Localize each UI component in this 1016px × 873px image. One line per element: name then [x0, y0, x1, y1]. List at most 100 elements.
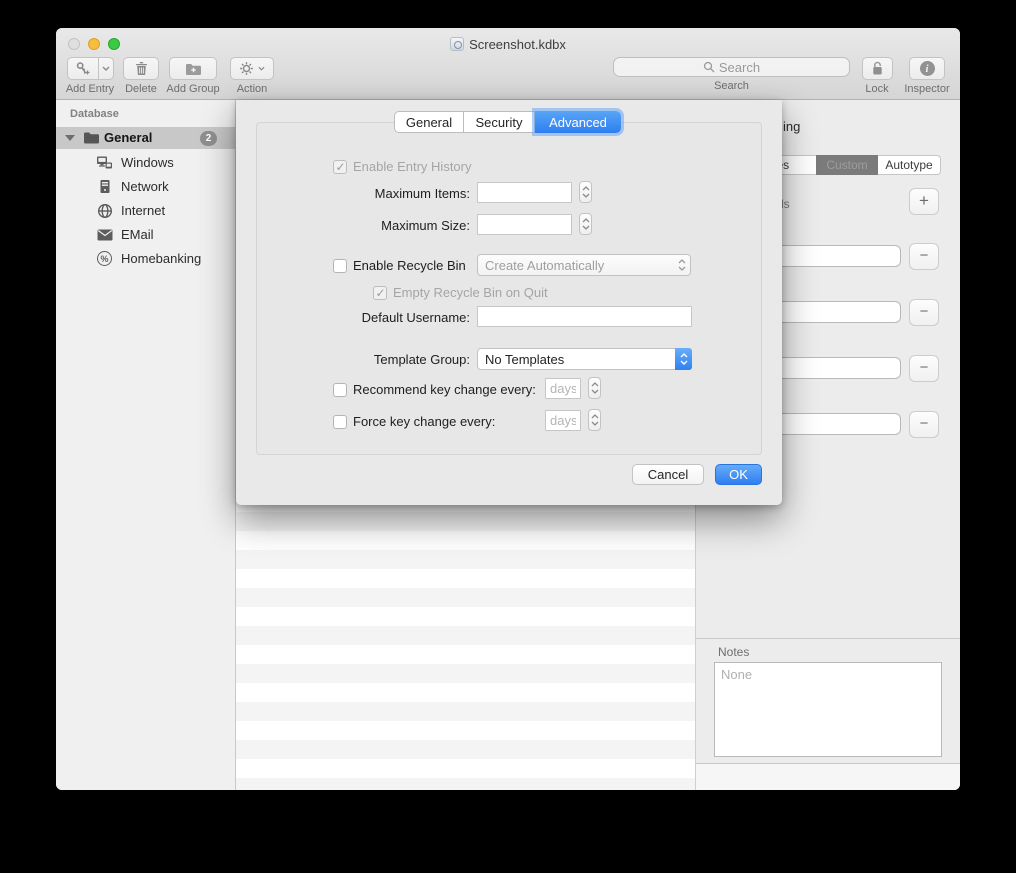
template-group-popup[interactable]: No Templates [477, 348, 692, 370]
sidebar-item-label: Windows [121, 155, 174, 170]
gear-icon [239, 61, 254, 76]
remove-custom-field-button-1[interactable] [909, 243, 939, 270]
globe-icon [96, 202, 113, 219]
sidebar: Database General 2 Windows Network Inter… [56, 100, 236, 790]
tab-advanced[interactable]: Advanced [535, 111, 621, 133]
settings-tabs: General Security Advanced [394, 111, 621, 133]
inspector-label: Inspector [904, 83, 949, 95]
delete-label: Delete [125, 83, 157, 95]
enable-recycle-bin-label: Enable Recycle Bin [353, 258, 466, 273]
add-entry-label: Add Entry [66, 83, 114, 95]
inspector-button[interactable]: i [909, 57, 945, 80]
info-icon: i [920, 61, 935, 76]
recycle-bin-mode-popup[interactable]: Create Automatically [477, 254, 691, 276]
sidebar-item-homebanking[interactable]: % Homebanking [56, 247, 236, 271]
window-title: Screenshot.kdbx [469, 37, 566, 52]
database-settings-dialog: General Security Advanced Enable Entry H… [236, 100, 782, 505]
document-proxy-icon [450, 37, 464, 51]
sidebar-item-label: General [104, 130, 152, 145]
add-entry-button[interactable] [67, 57, 114, 80]
action-button[interactable] [230, 57, 274, 80]
maximum-items-label: Maximum Items: [336, 186, 470, 201]
action-dropdown-arrow [258, 66, 265, 71]
lock-label: Lock [865, 83, 888, 95]
enable-entry-history-checkbox[interactable] [333, 160, 347, 174]
maximum-items-input[interactable] [477, 182, 572, 203]
sidebar-item-internet[interactable]: Internet [56, 199, 236, 223]
tab-custom[interactable]: Custom [816, 155, 878, 175]
empty-recycle-bin-label: Empty Recycle Bin on Quit [393, 285, 548, 300]
template-group-value: No Templates [478, 352, 675, 367]
sidebar-item-label: EMail [121, 227, 154, 242]
empty-recycle-bin-checkbox[interactable] [373, 286, 387, 300]
recommend-days-stepper[interactable] [588, 377, 601, 399]
template-group-label: Template Group: [336, 352, 470, 367]
ok-button[interactable]: OK [715, 464, 762, 485]
remove-custom-field-button-4[interactable] [909, 411, 939, 438]
maximum-size-label: Maximum Size: [336, 218, 470, 233]
search-toolbar-item: Search Search [613, 57, 850, 92]
recycle-bin-mode-value: Create Automatically [478, 258, 673, 273]
enable-entry-history-label: Enable Entry History [353, 159, 472, 174]
force-days-stepper[interactable] [588, 409, 601, 431]
maximum-items-stepper[interactable] [579, 181, 592, 203]
action-toolbar-item: Action [228, 57, 276, 95]
search-placeholder: Search [719, 60, 760, 75]
recommend-key-change-checkbox[interactable] [333, 383, 347, 397]
add-group-label: Add Group [166, 83, 219, 95]
remove-custom-field-button-2[interactable] [909, 299, 939, 326]
inspector-toolbar-item: i Inspector [899, 57, 955, 95]
sidebar-item-windows[interactable]: Windows [56, 151, 236, 175]
popup-chevrons-icon [673, 255, 690, 275]
force-key-change-checkbox[interactable] [333, 415, 347, 429]
custom-fields-label-fragment: ls [781, 197, 790, 211]
delete-toolbar-item: Delete [120, 57, 162, 95]
notes-label: Notes [718, 645, 749, 659]
default-username-label: Default Username: [336, 310, 470, 325]
sidebar-item-email[interactable]: EMail [56, 223, 236, 247]
enable-recycle-bin-checkbox[interactable] [333, 259, 347, 273]
tab-autotype[interactable]: Autotype [878, 155, 941, 175]
key-plus-icon[interactable] [67, 57, 98, 80]
sidebar-item-label: Network [121, 179, 169, 194]
lock-icon [871, 61, 884, 76]
tab-general[interactable]: General [394, 111, 463, 133]
lock-toolbar-item: Lock [857, 57, 897, 95]
sidebar-item-network[interactable]: Network [56, 175, 236, 199]
maximum-size-input[interactable] [477, 214, 572, 235]
search-label: Search [714, 80, 749, 92]
folder-plus-icon [185, 62, 202, 76]
search-input[interactable]: Search [613, 57, 850, 77]
force-key-change-label: Force key change every: [353, 414, 495, 429]
force-days-input[interactable] [545, 410, 581, 431]
envelope-icon [96, 226, 113, 243]
disclosure-triangle-icon[interactable] [65, 135, 75, 141]
sidebar-item-general[interactable]: General 2 [56, 127, 236, 149]
recommend-days-input[interactable] [545, 378, 581, 399]
cancel-button[interactable]: Cancel [632, 464, 704, 485]
delete-button[interactable] [123, 57, 159, 80]
add-group-button[interactable] [169, 57, 217, 80]
divider [696, 638, 960, 639]
app-window: Screenshot.kdbx Add Entry Delete [56, 28, 960, 790]
add-entry-dropdown-arrow[interactable] [98, 57, 114, 80]
default-username-input[interactable] [477, 306, 692, 327]
recommend-key-change-label: Recommend key change every: [353, 382, 536, 397]
add-custom-field-button[interactable] [909, 188, 939, 215]
add-entry-toolbar-item: Add Entry [64, 57, 116, 95]
sidebar-section-header: Database [70, 108, 119, 120]
remove-custom-field-button-3[interactable] [909, 355, 939, 382]
inspector-title-fragment: ing [783, 119, 800, 134]
sidebar-item-label: Homebanking [121, 251, 201, 266]
server-icon [96, 178, 113, 195]
windows-icon [96, 154, 113, 171]
window-title-area: Screenshot.kdbx [56, 35, 960, 53]
notes-textarea[interactable] [714, 662, 942, 757]
tab-security[interactable]: Security [463, 111, 535, 133]
lock-button[interactable] [862, 57, 893, 80]
percent-icon: % [96, 250, 113, 267]
search-icon [703, 61, 715, 73]
entry-count-badge: 2 [200, 131, 217, 146]
maximum-size-stepper[interactable] [579, 213, 592, 235]
titlebar-toolbar: Screenshot.kdbx Add Entry Delete [56, 28, 960, 100]
